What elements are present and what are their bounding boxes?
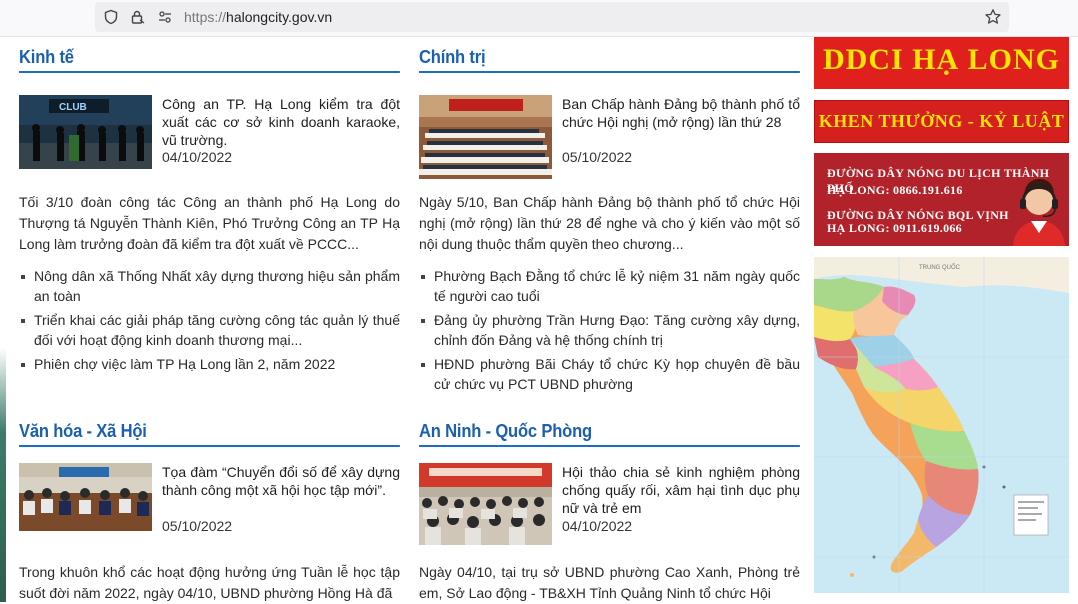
- hotline-bay-number: HẠ LONG: 0911.619.066: [827, 221, 962, 235]
- related-links: Nông dân xã Thống Nhất xây dựng thương h…: [19, 266, 400, 378]
- featured-article-title[interactable]: Ban Chấp hành Đảng bộ thành phố tổ chức …: [562, 95, 800, 131]
- related-link[interactable]: Đảng ủy phường Trần Hưng Đạo: Tăng cường…: [419, 310, 800, 350]
- section-title[interactable]: Kinh tế: [19, 43, 400, 73]
- lock-icon[interactable]: [129, 9, 145, 25]
- url-scheme: https://: [184, 9, 227, 25]
- featured-article: Ban Chấp hành Đảng bộ thành phố tổ chức …: [419, 95, 800, 179]
- address-bar[interactable]: https://halongcity.gov.vn: [95, 2, 1009, 32]
- related-link[interactable]: Phường Bạch Đằng tổ chức lễ kỷ niệm 31 n…: [419, 266, 800, 306]
- featured-article-title[interactable]: Tọa đàm “Chuyển đổi số để xây dựng thành…: [162, 463, 400, 499]
- hotline-tourism-number: HẠ LONG: 0866.191.616: [827, 183, 963, 197]
- section-title[interactable]: Chính trị: [419, 43, 800, 73]
- section-kinh-te: Kinh tế CLUB Công an TP. Hạ Long kiểm tr…: [19, 43, 400, 372]
- browser-toolbar: https://halongcity.gov.vn: [0, 0, 1078, 37]
- featured-article-date: 04/10/2022: [162, 149, 233, 165]
- shield-icon[interactable]: [103, 9, 119, 25]
- khen-thuong-banner-text: KHEN THƯỞNG - KỶ LUẬT: [818, 111, 1065, 131]
- url-host: halongcity.gov.vn: [226, 9, 333, 25]
- featured-article: Tọa đàm “Chuyển đổi số để xây dựng thành…: [19, 463, 400, 537]
- section-van-hoa-xa-hoi: Văn hóa - Xã Hội Tọa đàm “Chuyển đổi số …: [19, 417, 400, 601]
- article-summary: Ngày 04/10, tại trụ sở UBND phường Cao X…: [419, 564, 800, 601]
- vietnam-map-image[interactable]: TRUNG QUỐC: [814, 257, 1069, 593]
- section-an-ninh-quoc-phong: An Ninh - Quốc Phòng Hội thảo chia sẻ ki…: [419, 417, 800, 601]
- related-links: Phường Bạch Đằng tổ chức lễ kỷ niệm 31 n…: [419, 266, 800, 398]
- related-link[interactable]: HĐND phường Bãi Cháy tổ chức Kỳ họp chuy…: [419, 354, 800, 394]
- related-link[interactable]: Nông dân xã Thống Nhất xây dựng thương h…: [19, 266, 400, 306]
- article-summary: Trong khuôn khổ các hoạt động hưởng ứng …: [19, 564, 400, 601]
- article-summary: Ngày 5/10, Ban Chấp hành Đảng bộ thành p…: [419, 194, 800, 252]
- permissions-icon[interactable]: [157, 9, 173, 25]
- article-thumbnail[interactable]: [19, 463, 152, 531]
- thumbnail-club-sign: CLUB: [59, 102, 87, 113]
- featured-article-title[interactable]: Hội thảo chia sẻ kinh nghiệm phòng chống…: [562, 463, 800, 517]
- hotline-banner[interactable]: ĐƯỜNG DÂY NÓNG DU LỊCH THÀNH PHỐ HẠ LONG…: [814, 153, 1069, 246]
- related-link[interactable]: Triển khai các giải pháp tăng cường công…: [19, 310, 400, 350]
- article-summary: Tối 3/10 đoàn công tác Công an thành phố…: [19, 194, 400, 252]
- ddci-banner[interactable]: DDCI HẠ LONG: [814, 37, 1069, 89]
- section-chinh-tri: Chính trị Ban Chấp hành Đảng bộ thành ph…: [419, 43, 800, 392]
- section-title[interactable]: Văn hóa - Xã Hội: [19, 417, 400, 447]
- ddci-banner-text: DDCI HẠ LONG: [822, 43, 1060, 76]
- section-title[interactable]: An Ninh - Quốc Phòng: [419, 417, 800, 447]
- page-left-background-strip: [0, 37, 6, 602]
- article-thumbnail[interactable]: [419, 95, 552, 179]
- bookmark-star-icon[interactable]: [984, 8, 1002, 26]
- map-country-label: TRUNG QUỐC: [919, 264, 961, 271]
- article-thumbnail[interactable]: CLUB: [19, 95, 152, 169]
- featured-article-date: 05/10/2022: [162, 518, 233, 534]
- featured-article-title[interactable]: Công an TP. Hạ Long kiểm tra đột xuất cá…: [162, 95, 400, 149]
- featured-article-date: 04/10/2022: [562, 518, 633, 534]
- featured-article: CLUB Công an TP. Hạ Long kiểm tra đột xu…: [19, 95, 400, 169]
- url-text[interactable]: https://halongcity.gov.vn: [184, 9, 332, 25]
- call-center-operator-icon: [1013, 179, 1065, 246]
- related-link[interactable]: Phiên chợ việc làm TP Hạ Long lần 2, năm…: [19, 354, 400, 374]
- article-thumbnail[interactable]: [419, 463, 552, 545]
- khen-thuong-banner[interactable]: KHEN THƯỞNG - KỶ LUẬT: [814, 100, 1069, 143]
- featured-article-date: 05/10/2022: [562, 149, 633, 165]
- featured-article: Hội thảo chia sẻ kinh nghiệm phòng chống…: [419, 463, 800, 545]
